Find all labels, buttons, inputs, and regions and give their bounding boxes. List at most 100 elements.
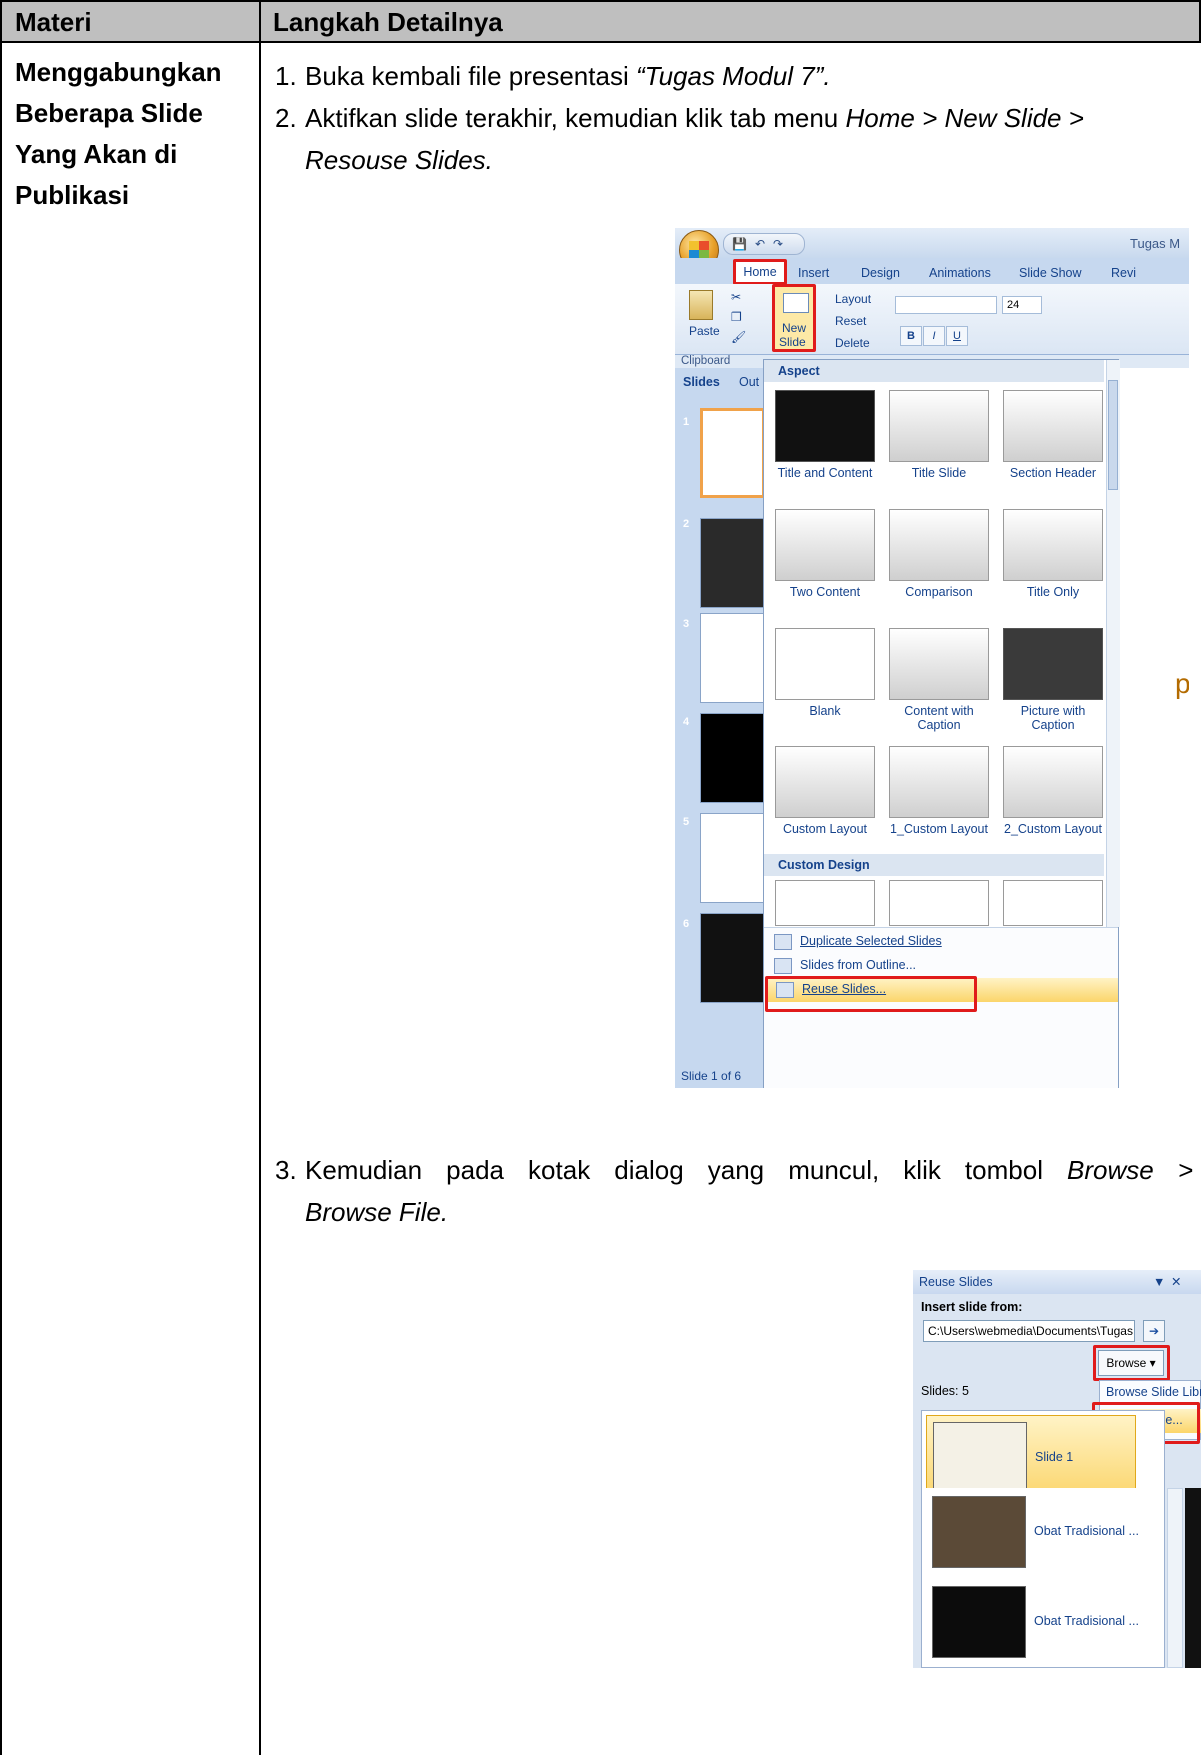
underline-button[interactable]: U	[946, 326, 968, 346]
app-title: Tugas M	[1130, 236, 1181, 251]
layout-blank[interactable]: Blank	[774, 628, 876, 718]
delete-button[interactable]: Delete	[835, 336, 870, 350]
slide-thumbnail[interactable]	[700, 913, 765, 1003]
step-emphasis: Browse File.	[305, 1197, 449, 1227]
tab-outline[interactable]: Out	[739, 375, 759, 389]
slides-count: Slides: 5	[921, 1384, 969, 1398]
layout-label: Title Slide	[911, 466, 967, 480]
copy-icon[interactable]: ❐	[731, 310, 742, 324]
layout-custom-layout[interactable]: Custom Layout	[774, 746, 876, 836]
layout-title-slide[interactable]: Title Slide	[888, 390, 990, 480]
step-emphasis: Browse >	[1067, 1155, 1193, 1185]
cut-icon[interactable]: ✂	[731, 290, 741, 304]
reuse-slides-pane: Reuse Slides ▼ ✕ Insert slide from: C:\U…	[913, 1270, 1201, 1488]
layout-thumbnail	[775, 390, 875, 462]
reuse-slides-pane-lower: Obat Tradisional ... Obat Tradisional ..…	[913, 1488, 1201, 1668]
gallery-scrollbar[interactable]	[1106, 360, 1120, 927]
go-arrow-icon[interactable]: ➔	[1143, 1320, 1165, 1342]
menu-browse-slide-library[interactable]: Browse Slide Library...	[1106, 1385, 1201, 1399]
slide-thumbnail[interactable]	[700, 613, 765, 703]
layout-two-content[interactable]: Two Content	[774, 509, 876, 599]
slide-thumbnail[interactable]	[700, 518, 765, 608]
layout-label: Blank	[809, 704, 841, 718]
border-left	[0, 0, 2, 1755]
step-emphasis: “Tugas Modul 7”.	[635, 61, 831, 91]
layout-custom-design-1[interactable]	[774, 880, 876, 930]
undo-icon[interactable]: ↶	[755, 237, 765, 251]
layout-title-and-content[interactable]: Title and Content	[774, 390, 876, 480]
quick-access-toolbar[interactable]: 💾 ↶ ↷	[723, 233, 805, 255]
insert-from-label: Insert slide from:	[921, 1300, 1023, 1314]
layout-label: Title Only	[1026, 585, 1080, 599]
format-painter-icon[interactable]: 🖌	[731, 330, 746, 344]
layout-section-header[interactable]: Section Header	[1002, 390, 1104, 480]
italic-button[interactable]: I	[923, 326, 945, 346]
layout-picture-with-caption[interactable]: Picture with Caption	[1002, 628, 1104, 732]
paste-button[interactable]: Paste	[689, 324, 720, 338]
new-slide-button[interactable]: New Slide	[772, 284, 816, 352]
thumb-number: 5	[683, 816, 690, 828]
layout-1-custom-layout[interactable]: 1_Custom Layout	[888, 746, 990, 836]
layout-comparison[interactable]: Comparison	[888, 509, 990, 599]
layout-thumbnail	[889, 880, 989, 926]
step-emphasis: Resouse Slides.	[305, 145, 493, 175]
pane-tabs: Slides Out	[675, 375, 765, 397]
path-input[interactable]: C:\Users\webmedia\Documents\Tugas Mo	[923, 1320, 1135, 1342]
new-slide-label-1: New	[782, 321, 807, 335]
reuse-slide-list: Slide 1	[921, 1410, 1165, 1488]
paste-icon[interactable]	[689, 290, 713, 320]
close-icon[interactable]: ✕	[1171, 1270, 1181, 1294]
font-name-combo[interactable]	[895, 296, 997, 314]
layout-label: 2_Custom Layout	[1004, 822, 1102, 836]
layout-2-custom-layout[interactable]: 2_Custom Layout	[1002, 746, 1104, 836]
redo-icon[interactable]: ↷	[773, 237, 783, 251]
slide-thumbnail[interactable]	[700, 408, 765, 498]
layout-content-with-caption[interactable]: Content with Caption	[888, 628, 990, 732]
layout-label: Content with Caption	[904, 704, 974, 732]
tab-insert[interactable]: Insert	[798, 266, 829, 280]
list-item[interactable]: Obat Tradisional ...	[926, 1490, 1139, 1576]
layout-thumbnail	[889, 509, 989, 581]
layout-button[interactable]: Layout	[835, 292, 871, 306]
new-slide-icon	[783, 293, 809, 313]
save-icon[interactable]: 💾	[732, 237, 747, 251]
thumb-number: 4	[683, 716, 690, 728]
scroll-thumb[interactable]	[1108, 380, 1118, 490]
tab-slides[interactable]: Slides	[683, 375, 720, 389]
slide-thumbnail[interactable]	[700, 713, 765, 803]
step-number: 3.	[275, 1155, 297, 1185]
layout-custom-design-2[interactable]	[888, 880, 990, 930]
layout-label: Section Header	[1009, 466, 1097, 480]
list-item[interactable]: Obat Tradisional ...	[926, 1580, 1139, 1666]
slide-thumbnail[interactable]	[700, 813, 765, 903]
font-size-combo[interactable]: 24	[1002, 296, 1042, 314]
layout-thumbnail	[889, 390, 989, 462]
tab-slide-show[interactable]: Slide Show	[1019, 266, 1082, 280]
list-item[interactable]: Slide 1	[926, 1415, 1136, 1488]
tab-animations[interactable]: Animations	[929, 266, 991, 280]
border-column	[259, 0, 261, 1755]
slide-label: Slide 1	[1035, 1450, 1074, 1464]
step-2: 2. Aktifkan slide terakhir, kemudian kli…	[275, 97, 1193, 181]
outline-icon	[774, 958, 792, 974]
menu-slides-from-outline[interactable]: Slides from Outline...	[800, 958, 916, 972]
slide-thumbnail	[933, 1422, 1027, 1488]
reset-button[interactable]: Reset	[835, 314, 866, 328]
layout-thumbnail	[775, 509, 875, 581]
header-langkah: Langkah Detailnya	[273, 7, 503, 37]
slide-thumbnail	[932, 1496, 1026, 1568]
tab-design[interactable]: Design	[861, 266, 900, 280]
bold-button[interactable]: B	[900, 326, 922, 346]
layout-title-only[interactable]: Title Only	[1002, 509, 1104, 599]
new-slide-label-2: Slide	[779, 335, 806, 349]
tab-home[interactable]: Home	[733, 259, 787, 285]
list-scrollbar[interactable]	[1167, 1488, 1183, 1668]
menu-duplicate-selected-slides[interactable]: Duplicate Selected Slides	[800, 934, 942, 948]
tab-review[interactable]: Revi	[1111, 266, 1136, 280]
layout-custom-design-3[interactable]	[1002, 880, 1104, 930]
layout-label: Comparison	[905, 585, 973, 599]
pane-menu-icon[interactable]: ▼	[1153, 1270, 1165, 1294]
layout-thumbnail	[775, 746, 875, 818]
pane-title-label: Reuse Slides	[919, 1275, 993, 1289]
materi-title: Menggabungkan Beberapa Slide Yang Akan d…	[15, 57, 222, 210]
